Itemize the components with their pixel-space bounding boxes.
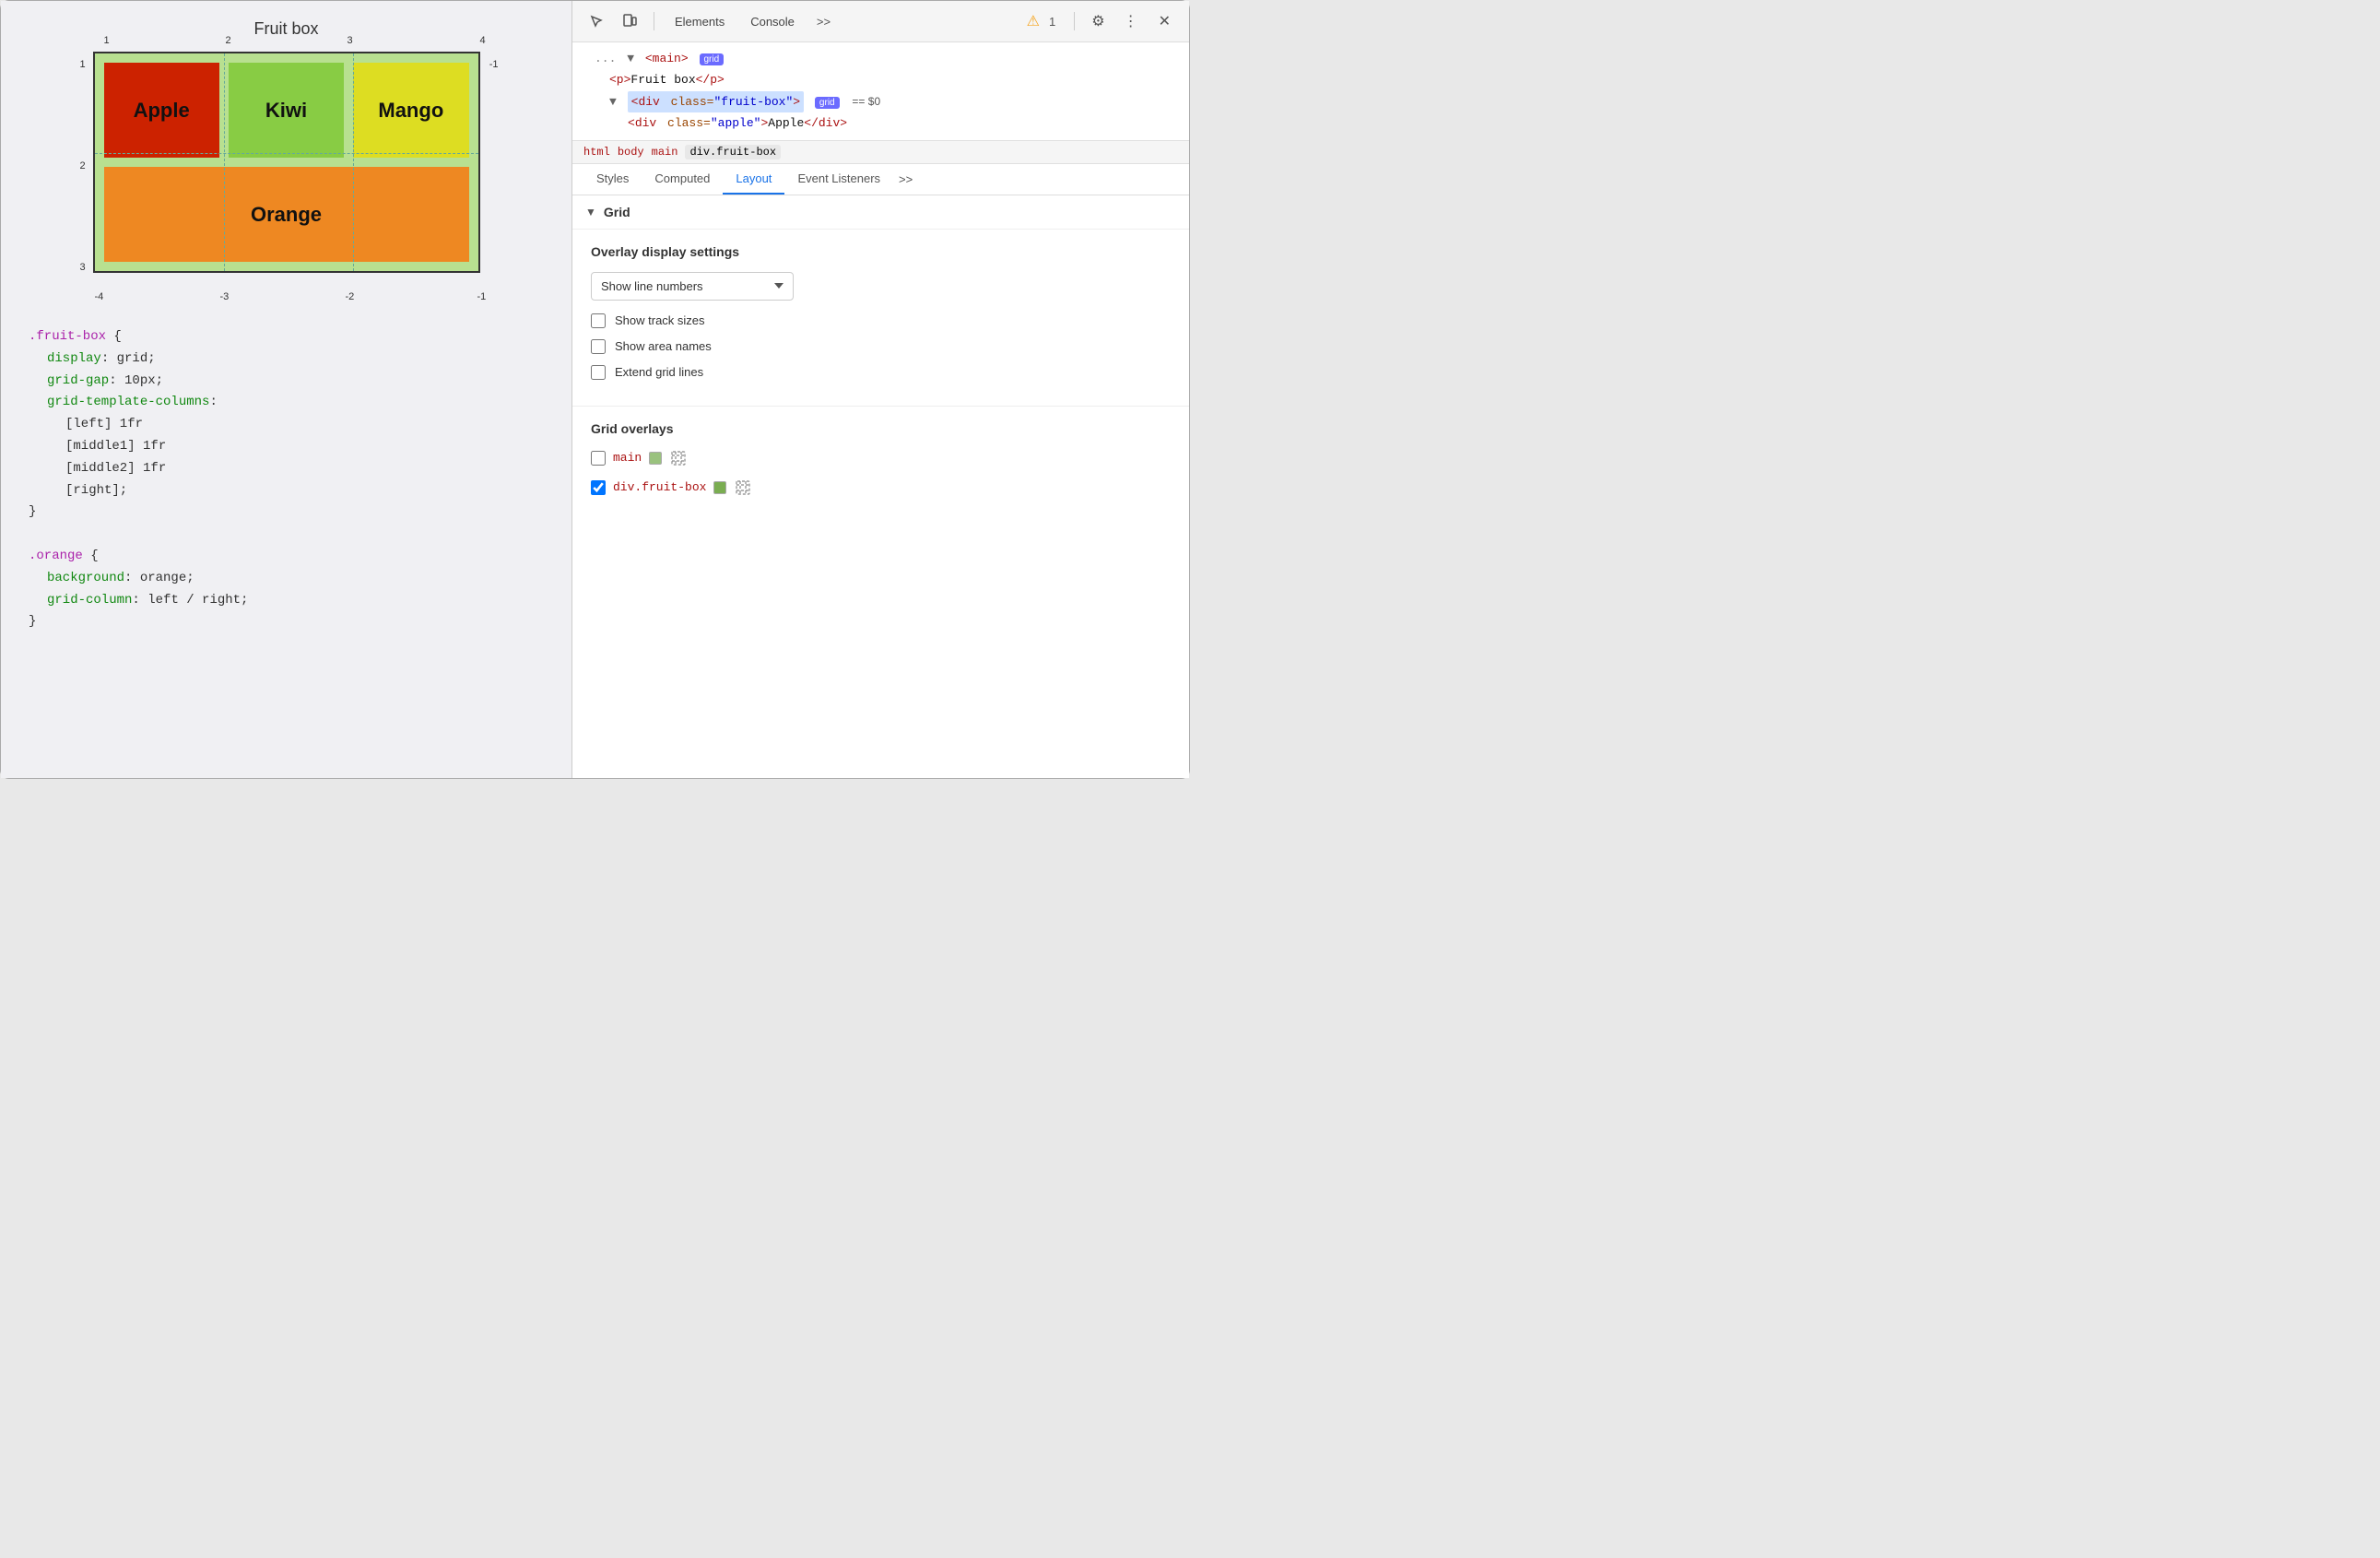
layout-panel: ▼ Grid Overlay display settings Show lin…	[572, 195, 1189, 778]
fruit-box-overlay-row: div.fruit-box	[591, 478, 1171, 497]
main-overlay-row: main	[591, 449, 1171, 467]
row-num-2-left: 2	[80, 160, 86, 171]
breadcrumb-div-fruit-box[interactable]: div.fruit-box	[685, 145, 781, 159]
apple-cell: Apple	[104, 63, 219, 158]
more-options-button[interactable]: ⋮	[1118, 10, 1144, 32]
close-button[interactable]: ✕	[1151, 10, 1178, 32]
dom-line-p: <p>Fruit box</p>	[583, 69, 1178, 90]
col-num-neg3-bottom: -3	[220, 291, 230, 302]
extend-grid-lines-row[interactable]: Extend grid lines	[591, 365, 1171, 380]
selector-orange: .orange	[29, 549, 83, 563]
tab-event-listeners[interactable]: Event Listeners	[784, 164, 893, 195]
mango-cell: Mango	[353, 63, 468, 158]
topbar-separator-2	[1074, 12, 1075, 30]
warning-count[interactable]: 1	[1049, 15, 1055, 29]
grid-badge-main: grid	[700, 53, 725, 65]
code-block-2: .orange { background: orange; grid-colum…	[29, 546, 553, 633]
warning-icon: ⚠	[1027, 12, 1040, 30]
main-overlay-label: main	[613, 451, 642, 465]
devtools-topbar: Elements Console >> ⚠ 1 ⚙ ⋮ ✕	[572, 1, 1189, 42]
tab-computed[interactable]: Computed	[642, 164, 723, 195]
show-track-sizes-row[interactable]: Show track sizes	[591, 313, 1171, 328]
expand-triangle-icon: ▼	[609, 95, 617, 109]
show-track-sizes-label: Show track sizes	[615, 313, 705, 327]
grid-visualization: 1 2 3 4 1 2 3 Apple Kiwi Mango Orange	[93, 52, 480, 273]
breadcrumb-body[interactable]: body	[618, 146, 644, 159]
section-triangle-icon: ▼	[585, 206, 596, 218]
selector-fruit-box: .fruit-box	[29, 329, 106, 344]
code-block-1: .fruit-box { display: grid; grid-gap: 10…	[29, 326, 553, 524]
device-toggle-button[interactable]	[617, 8, 642, 34]
grid-section-header[interactable]: ▼ Grid	[572, 195, 1189, 230]
extend-grid-lines-checkbox[interactable]	[591, 365, 606, 380]
breadcrumb: html body main div.fruit-box	[572, 141, 1189, 164]
kiwi-cell: Kiwi	[229, 63, 344, 158]
show-area-names-checkbox[interactable]	[591, 339, 606, 354]
fruit-box-grid-icon[interactable]	[734, 478, 752, 497]
main-grid-icon[interactable]	[669, 449, 688, 467]
col-num-neg2-bottom: -2	[346, 291, 355, 302]
page-title: Fruit box	[19, 19, 553, 39]
console-tab[interactable]: Console	[741, 11, 804, 32]
devtools-panel: Elements Console >> ⚠ 1 ⚙ ⋮ ✕ ... ▼ <mai…	[572, 1, 1189, 778]
fruit-box-overlay-label: div.fruit-box	[613, 480, 706, 494]
main-color-swatch[interactable]	[649, 452, 662, 465]
fruit-box-color-swatch[interactable]	[713, 481, 726, 494]
extend-grid-lines-label: Extend grid lines	[615, 365, 703, 379]
dom-line-body: ... ▼ <main> grid	[583, 48, 1178, 69]
grid-overlays-section: Grid overlays main	[572, 407, 1189, 523]
show-area-names-row[interactable]: Show area names	[591, 339, 1171, 354]
show-area-names-label: Show area names	[615, 339, 712, 353]
breadcrumb-main[interactable]: main	[652, 146, 678, 159]
row-num-1-left: 1	[80, 59, 86, 70]
inspect-button[interactable]	[583, 8, 609, 34]
tabs-more-button[interactable]: >>	[893, 165, 918, 194]
tab-styles[interactable]: Styles	[583, 164, 642, 195]
row-num-3-left: 3	[80, 262, 86, 273]
triangle-icon: ▼	[627, 52, 634, 65]
code-section: .fruit-box { display: grid; grid-gap: 10…	[19, 326, 553, 633]
grid-section-label: Grid	[604, 205, 630, 219]
panel-tabs-bar: Styles Computed Layout Event Listeners >…	[572, 164, 1189, 195]
dom-tree: ... ▼ <main> grid <p>Fruit box</p> ▼ <di…	[572, 42, 1189, 141]
fruit-box-overlay-checkbox[interactable]	[591, 480, 606, 495]
main-overlay-checkbox[interactable]	[591, 451, 606, 466]
grid-overlays-title: Grid overlays	[591, 421, 1171, 436]
grid-preview: Apple Kiwi Mango Orange	[93, 52, 480, 273]
more-tabs-button[interactable]: >>	[811, 11, 836, 32]
tab-layout[interactable]: Layout	[723, 164, 784, 195]
overlay-settings: Overlay display settings Show line numbe…	[572, 230, 1189, 407]
grid-badge-fruit-box: grid	[815, 97, 840, 109]
elements-tab[interactable]: Elements	[666, 11, 734, 32]
orange-cell: Orange	[104, 167, 469, 262]
overlay-settings-title: Overlay display settings	[591, 244, 1171, 259]
row-num-neg1-right: -1	[489, 59, 499, 70]
dom-line-apple: <div class="apple">Apple</div>	[583, 112, 1178, 134]
col-num-neg1-bottom: -1	[477, 291, 487, 302]
col-num-neg4-bottom: -4	[95, 291, 104, 302]
show-track-sizes-checkbox[interactable]	[591, 313, 606, 328]
left-panel: Fruit box 1 2 3 4 1 2 3 Apple Kiwi Mango	[1, 1, 572, 778]
breadcrumb-html[interactable]: html	[583, 146, 610, 159]
show-line-numbers-dropdown[interactable]: Show line numbers Show track sizes Hide …	[591, 272, 794, 301]
dom-line-fruit-box[interactable]: ▼ <div class="fruit-box"> grid == $0	[583, 91, 1178, 112]
settings-button[interactable]: ⚙	[1086, 10, 1110, 32]
dropdown-row: Show line numbers Show track sizes Hide …	[591, 272, 1171, 301]
